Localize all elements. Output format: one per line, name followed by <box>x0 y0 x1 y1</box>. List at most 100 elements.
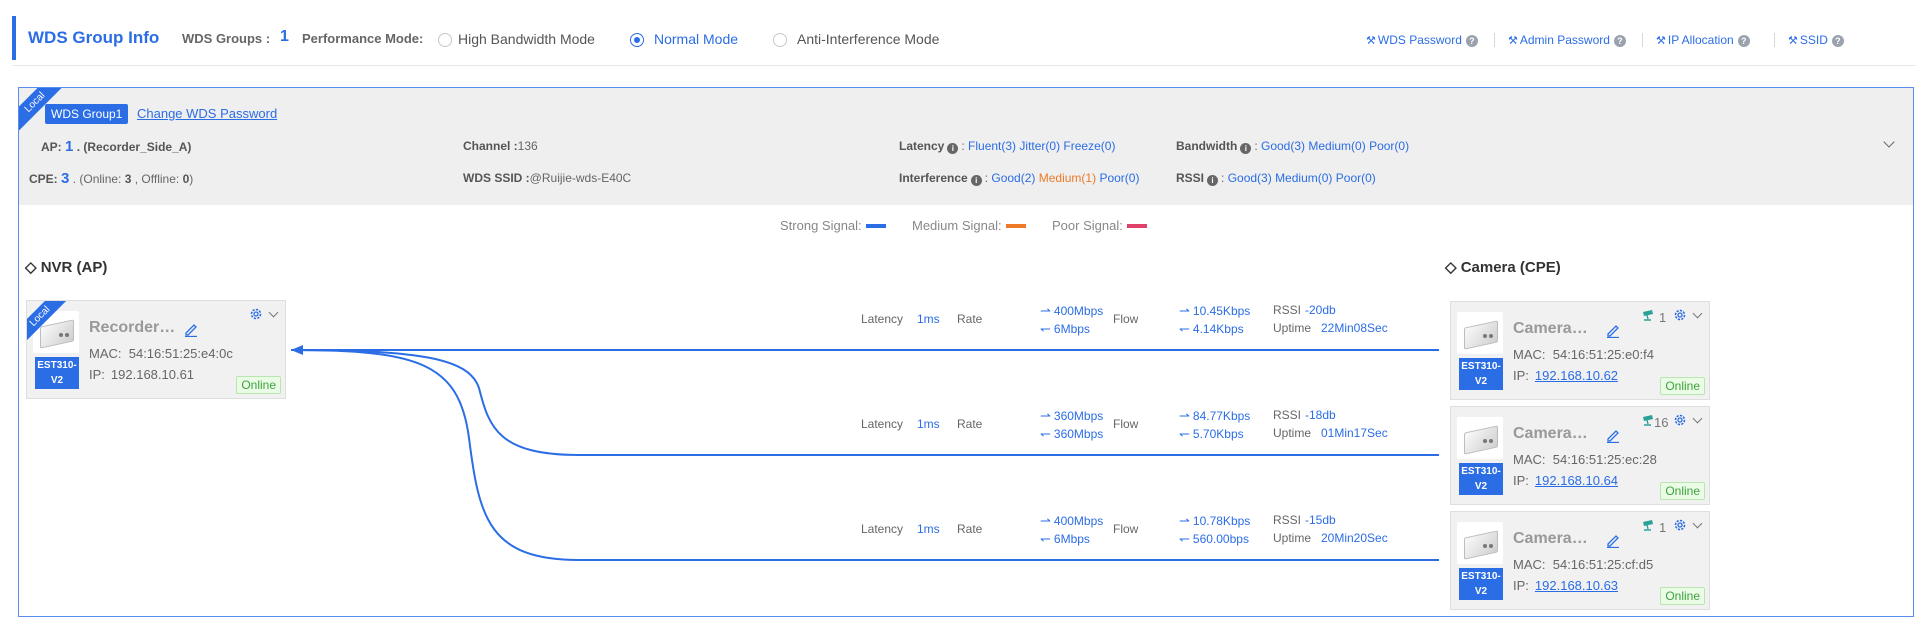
uptime-value: 20Min20Sec <box>1321 531 1388 545</box>
arrow-left-icon: ↽ <box>1040 426 1051 441</box>
page-header: WDS Group Info WDS Groups : 1 Performanc… <box>12 10 1916 66</box>
flow-label: Flow <box>1113 312 1138 326</box>
model-line: EST310- <box>1461 571 1501 582</box>
flow-label-text: Flow <box>1113 522 1139 536</box>
latency-value: 1ms <box>917 522 940 536</box>
flow-tx-value-text: 84.77Kbps <box>1192 409 1251 423</box>
device-name: Camera_Side_1 <box>1513 320 1593 337</box>
rssi-value: -20db <box>1305 303 1336 317</box>
device-model-badge: EST310- V2 <box>1459 358 1503 390</box>
rate-label-text: Rate <box>957 522 983 536</box>
latency-label: Latency <box>861 312 903 326</box>
admin-password-link[interactable]: ⚒ Admin Password? <box>1508 33 1626 47</box>
uptime-value-text: 01Min17Sec <box>1321 426 1388 440</box>
link-line-cpe-2 <box>290 349 1439 456</box>
mac-value: 54:16:51:25:e0:f4 <box>1552 347 1654 362</box>
latency-label: Latency <box>861 522 903 536</box>
model-line: V2 <box>50 375 64 386</box>
mac-label: MAC: <box>1513 347 1546 362</box>
radio-high-bandwidth[interactable] <box>438 33 452 47</box>
chevron-down-icon[interactable] <box>1692 413 1703 424</box>
divider <box>1494 33 1495 47</box>
chevron-down-icon[interactable] <box>268 307 279 318</box>
flow-label: Flow <box>1113 417 1138 431</box>
model-line: EST310- <box>1461 361 1501 372</box>
ip-label: IP: <box>1513 368 1529 383</box>
flow-rx-value: ↽ 4.14Kbps <box>1179 321 1244 337</box>
gear-icon[interactable] <box>1673 518 1687 532</box>
admin-password-link-label[interactable]: Admin Password <box>1520 33 1610 47</box>
performance-mode-label: Performance Mode: <box>302 31 424 46</box>
tool-icon: ⚒ <box>1366 35 1376 47</box>
radio-normal-mode[interactable] <box>630 33 644 47</box>
rate-tx-value-text: 400Mbps <box>1053 514 1104 528</box>
arrow-right-icon: ⇀ <box>1040 303 1051 318</box>
model-line: V2 <box>1474 481 1488 492</box>
rssi-label: RSSI <box>1273 513 1301 527</box>
edit-icon[interactable] <box>1605 322 1621 338</box>
ip-allocation-link[interactable]: ⚒ IP Allocation? <box>1656 33 1750 47</box>
ssid-link[interactable]: ⚒ SSID? <box>1788 33 1844 47</box>
edit-icon[interactable] <box>183 321 199 337</box>
help-icon[interactable]: ? <box>1831 35 1844 47</box>
edit-icon[interactable] <box>1605 532 1621 548</box>
rssi-label-text: RSSI <box>1273 303 1302 317</box>
rssi-value: -15db <box>1305 513 1336 527</box>
rssi-value-text: -20db <box>1305 303 1336 317</box>
device-name: Camera_Side_3 <box>1513 530 1593 547</box>
ssid-link-label[interactable]: SSID <box>1800 33 1828 47</box>
uptime-label-text: Uptime <box>1273 531 1312 545</box>
label-anti-interference[interactable]: Anti-Interference Mode <box>797 31 939 47</box>
flow-rx-value-text: 560.00bps <box>1192 532 1249 546</box>
rate-rx-value-text: 6Mbps <box>1053 322 1090 336</box>
divider <box>1774 33 1775 47</box>
device-image <box>1457 417 1503 459</box>
ip-link[interactable]: 192.168.10.62 <box>1535 368 1618 383</box>
help-icon[interactable]: ? <box>1465 35 1478 47</box>
flow-tx-value-text: 10.78Kbps <box>1192 514 1251 528</box>
flow-tx-value: ⇀ 10.45Kbps <box>1179 303 1250 319</box>
cpe-card[interactable]: EST310- V2 Camera_Side_2 16 MAC: 54:16:51:25… <box>1450 406 1710 505</box>
ap-card[interactable]: Local EST310-V2 Recorder_Side_A MAC: 54:… <box>26 300 286 399</box>
latency-value: 1ms <box>917 312 940 326</box>
camera-count: 1 <box>1659 310 1667 325</box>
ip-value: 192.168.10.61 <box>110 367 195 382</box>
ip-link[interactable]: 192.168.10.63 <box>1535 578 1618 593</box>
help-icon[interactable]: ? <box>1737 35 1750 47</box>
uptime-value: 01Min17Sec <box>1321 426 1388 440</box>
rate-label-text: Rate <box>957 312 983 326</box>
help-icon[interactable]: ? <box>1613 35 1626 47</box>
gear-icon[interactable] <box>1673 413 1687 427</box>
wds-password-link-label[interactable]: WDS Password <box>1378 33 1462 47</box>
latency-label: Latency <box>861 417 903 431</box>
model-line: V2 <box>1474 376 1488 387</box>
cpe-card[interactable]: EST310- V2 Camera_Side_3 1 MAC: 54:16:51:25:… <box>1450 511 1710 610</box>
tool-icon: ⚒ <box>1656 35 1666 47</box>
mac-value: 54:16:51:25:cf:d5 <box>1552 557 1654 572</box>
mac-label: MAC: <box>89 346 122 361</box>
wds-password-link[interactable]: ⚒ WDS Password? <box>1366 33 1478 47</box>
ip-address: IP: 192.168.10.62 <box>1513 368 1618 383</box>
edit-icon[interactable] <box>1605 427 1621 443</box>
rssi-label-text: RSSI <box>1273 408 1302 422</box>
chevron-down-icon[interactable] <box>1692 518 1703 529</box>
gear-icon[interactable] <box>249 307 263 321</box>
device-image <box>1457 522 1503 564</box>
rate-rx-value: ↽ 6Mbps <box>1040 321 1090 337</box>
title-accent-bar <box>12 16 16 60</box>
mac-value: 54:16:51:25:ec:28 <box>1552 452 1657 467</box>
ip-link[interactable]: 192.168.10.64 <box>1535 473 1618 488</box>
latency-value-text: 1ms <box>917 417 940 431</box>
label-high-bandwidth[interactable]: High Bandwidth Mode <box>458 31 595 47</box>
uptime-label: Uptime <box>1273 531 1311 545</box>
cpe-card[interactable]: EST310- V2 Camera_Side_1 1 MAC: 54:16:51:25:… <box>1450 301 1710 400</box>
chevron-down-icon[interactable] <box>1692 308 1703 319</box>
wds-groups-count: 1 <box>280 28 289 45</box>
camera-count: 16 <box>1654 415 1669 430</box>
radio-anti-interference[interactable] <box>773 33 787 47</box>
label-normal-mode[interactable]: Normal Mode <box>654 31 738 47</box>
flow-rx-value-text: 5.70Kbps <box>1192 427 1244 441</box>
ip-allocation-link-label[interactable]: IP Allocation <box>1668 33 1734 47</box>
gear-icon[interactable] <box>1673 308 1687 322</box>
rssi-value-text: -15db <box>1305 513 1336 527</box>
